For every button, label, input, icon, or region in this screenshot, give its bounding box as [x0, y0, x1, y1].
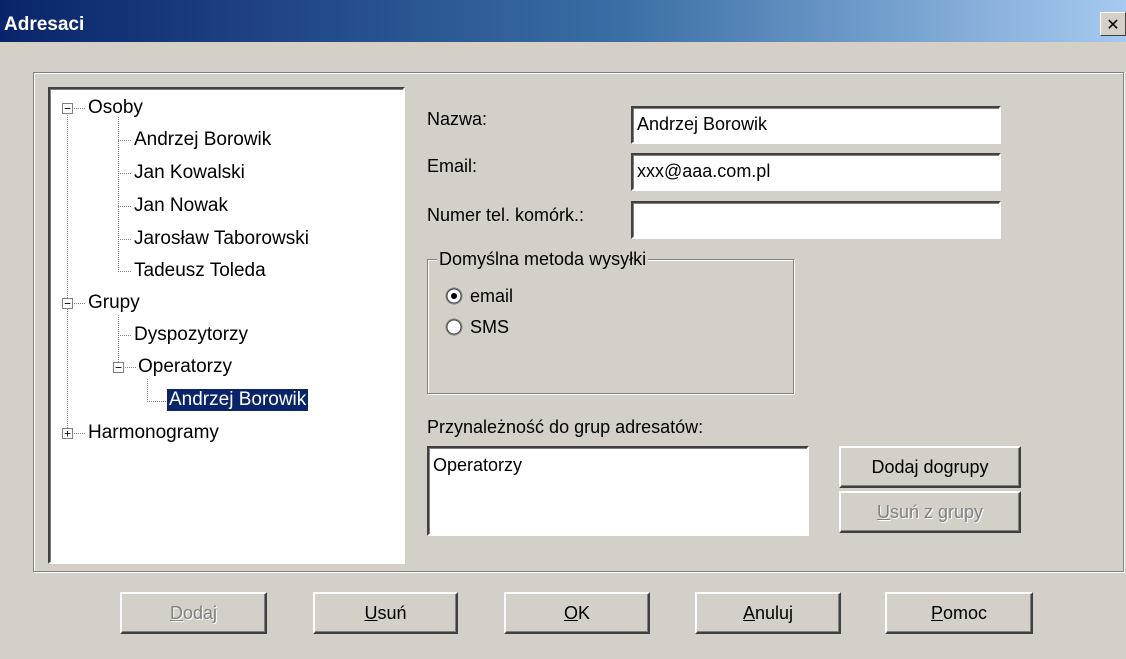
tree-node-group[interactable]: Dyspozytorzy: [132, 324, 250, 346]
tree-node-person[interactable]: Tadeusz Toleda: [132, 260, 268, 282]
tree-node-person[interactable]: Jan Kowalski: [132, 162, 247, 184]
tree-node-group[interactable]: Operatorzy: [136, 356, 234, 378]
radio-email-label[interactable]: email: [470, 285, 513, 307]
email-label: Email:: [427, 156, 478, 176]
window-title: Adresaci: [4, 14, 85, 35]
help-rest: omoc: [943, 602, 988, 623]
tree-node-grupy[interactable]: Grupy: [86, 292, 142, 314]
ok-accel: O: [563, 602, 578, 623]
help-accel: P: [930, 602, 943, 623]
tree-node-osoby[interactable]: Osoby: [86, 97, 145, 119]
osoby-collapse-toggle[interactable]: −: [62, 103, 73, 114]
help-button[interactable]: Pomoc: [885, 592, 1033, 634]
cancel-button[interactable]: Anuluj: [695, 592, 841, 634]
radio-email[interactable]: [445, 287, 463, 305]
title-bar: Adresaci ✕: [0, 0, 1126, 42]
tree-node-person[interactable]: Andrzej Borowik: [132, 129, 273, 151]
add-button[interactable]: Dodaj: [120, 592, 267, 634]
email-field[interactable]: xxx@aaa.com.pl: [631, 153, 1001, 191]
phone-label: Numer tel. komórk.:: [427, 205, 585, 225]
add-to-group-button[interactable]: Dodaj do g rupy: [839, 446, 1021, 488]
harmonogramy-expand-toggle[interactable]: +: [62, 428, 73, 439]
close-button[interactable]: ✕: [1100, 12, 1126, 36]
remove-from-group-accel: U: [876, 501, 890, 522]
tree-node-person[interactable]: Jarosław Taborowski: [132, 228, 311, 250]
tree-node-person[interactable]: Jan Nowak: [132, 195, 230, 217]
grupy-collapse-toggle[interactable]: −: [62, 298, 73, 309]
ok-button[interactable]: OK: [504, 592, 650, 634]
nazwa-label: Nazwa:: [427, 109, 488, 129]
delete-rest: suń: [377, 602, 407, 623]
tree-node-group-member-selected[interactable]: Andrzej Borowik: [165, 388, 310, 412]
delete-button[interactable]: Usuń: [313, 592, 458, 634]
radio-sms[interactable]: [445, 318, 463, 336]
cancel-rest: nuluj: [754, 602, 794, 623]
add-to-group-accel: g: [943, 456, 954, 477]
add-rest: odaj: [182, 602, 218, 623]
remove-from-group-rest: suń z grupy: [889, 501, 984, 522]
remove-from-group-button[interactable]: Usuń z grupy: [839, 491, 1021, 533]
close-icon: ✕: [1106, 14, 1120, 34]
add-to-group-suffix: rupy: [953, 456, 989, 477]
groups-label: Przynależność do grup adresatów:: [427, 417, 704, 437]
add-to-group-prefix: Dodaj do: [871, 456, 944, 477]
phone-field[interactable]: [631, 201, 1001, 239]
send-method-legend: Domyślna metoda wysyłki: [437, 249, 649, 269]
cancel-accel: A: [742, 602, 755, 623]
tree-node-harmonogramy[interactable]: Harmonogramy: [86, 422, 221, 444]
list-item[interactable]: Operatorzy: [433, 454, 803, 476]
operatorzy-collapse-toggle[interactable]: −: [113, 362, 124, 373]
radio-sms-label[interactable]: SMS: [470, 316, 509, 338]
groups-listbox[interactable]: Operatorzy: [427, 446, 809, 536]
addressee-tree[interactable]: − Osoby Andrzej Borowik Jan Kowalski Jan…: [48, 87, 405, 564]
ok-rest: K: [578, 602, 591, 623]
delete-accel: U: [364, 602, 378, 623]
add-accel: D: [169, 602, 183, 623]
nazwa-field[interactable]: Andrzej Borowik: [631, 106, 1001, 144]
